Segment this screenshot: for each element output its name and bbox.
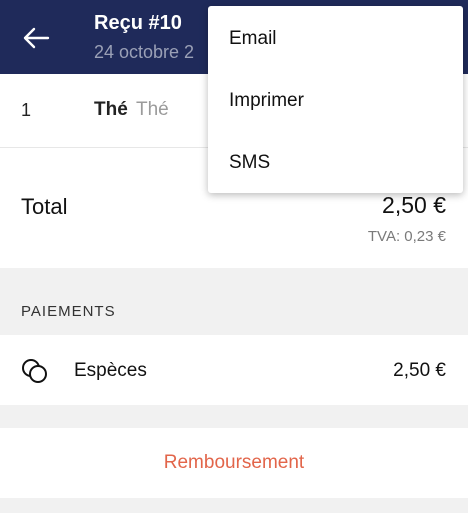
menu-item-print[interactable]: Imprimer [208, 70, 463, 132]
receipt-title: Reçu #10 [94, 12, 182, 34]
back-button[interactable] [14, 20, 58, 56]
line-item-quantity: 1 [21, 100, 32, 120]
arrow-left-icon [23, 27, 50, 49]
total-amount: 2,50 € [382, 192, 446, 218]
payment-amount: 2,50 € [393, 360, 446, 381]
line-item-name: Thé [94, 99, 128, 120]
tva-amount: TVA: 0,23 € [367, 228, 446, 245]
cash-coins-icon [22, 359, 47, 383]
menu-item-sms[interactable]: SMS [208, 132, 463, 194]
refund-label: Remboursement [163, 452, 305, 473]
payment-method-label: Espèces [74, 360, 147, 381]
receipt-date: 24 octobre 2 [94, 42, 195, 62]
refund-button[interactable]: Remboursement [0, 428, 468, 498]
total-label: Total [21, 194, 68, 219]
line-item-description: Thé [136, 99, 169, 120]
share-menu: Email Imprimer SMS [208, 6, 463, 193]
payments-section-title: PAIEMENTS [21, 303, 116, 320]
payment-row: Espèces 2,50 € [0, 335, 468, 405]
menu-item-email[interactable]: Email [208, 8, 463, 70]
